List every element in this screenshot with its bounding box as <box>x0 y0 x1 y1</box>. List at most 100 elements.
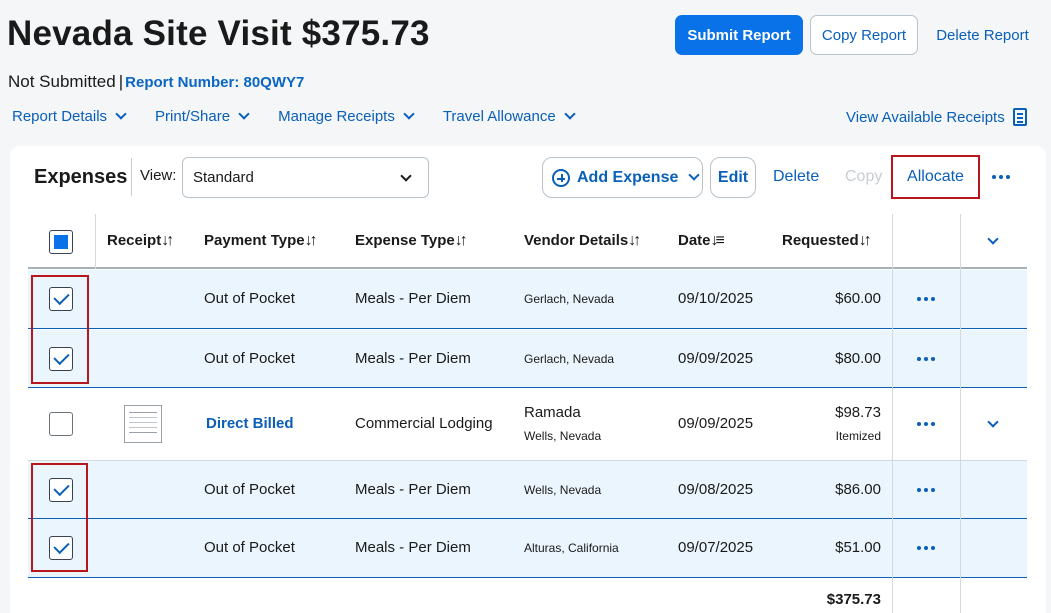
report-title: Nevada Site Visit $375.73 <box>7 14 430 53</box>
expense-date: 09/07/2025 <box>678 539 754 556</box>
vendor-name: Ramada <box>524 404 581 421</box>
menu-travel-allowance[interactable]: Travel Allowance <box>442 108 576 125</box>
add-expense-button[interactable]: Add Expense <box>542 157 703 198</box>
payment-type-link[interactable]: Direct Billed <box>206 415 294 432</box>
col-expense-type-label: Expense Type <box>355 232 455 249</box>
submit-report-button[interactable]: Submit Report <box>675 15 803 55</box>
chevron-down-icon <box>400 170 412 182</box>
vendor-location: Alturas, California <box>524 541 619 555</box>
menu-label: Print/Share <box>155 108 231 125</box>
sort-descending-icon: ↓≡ <box>710 232 725 249</box>
col-vendor-details[interactable]: Vendor Details↓↑ <box>524 232 641 250</box>
col-requested-label: Requested <box>782 232 859 249</box>
col-payment-type[interactable]: Payment Type↓↑ <box>204 232 318 250</box>
status-line: Not Submitted | Report Number: 80QWY7 <box>8 72 304 92</box>
delete-button[interactable]: Delete <box>773 168 819 186</box>
chevron-down-icon <box>688 169 701 181</box>
table-row[interactable]: Direct Billed Commercial Lodging Ramada … <box>28 389 1027 460</box>
divider <box>131 158 132 196</box>
expense-type: Meals - Per Diem <box>355 481 471 498</box>
requested-amount: $98.73 <box>835 404 881 421</box>
expense-type: Commercial Lodging <box>355 415 493 432</box>
row-more-icon[interactable] <box>917 488 935 492</box>
copy-button-disabled: Copy <box>845 168 883 185</box>
menu-report-details[interactable]: Report Details <box>12 108 127 125</box>
highlight-box <box>31 463 88 572</box>
receipt-thumbnail[interactable] <box>124 405 162 443</box>
add-expense-label: Add Expense <box>577 168 679 186</box>
sort-icon: ↓↑ <box>304 232 318 249</box>
view-select-value: Standard <box>193 169 254 186</box>
requested-amount: $86.00 <box>835 481 881 498</box>
vendor-location: Gerlach, Nevada <box>524 292 615 306</box>
chevron-down-icon <box>238 108 250 120</box>
col-expense-type[interactable]: Expense Type↓↑ <box>355 232 468 250</box>
col-receipt-label: Receipt <box>107 232 162 249</box>
expand-all-chevron-icon[interactable] <box>987 233 999 245</box>
itemized-label: Itemized <box>835 429 881 443</box>
row-more-icon[interactable] <box>917 357 935 361</box>
column-separator <box>960 214 961 613</box>
delete-report-button[interactable]: Delete Report <box>925 15 1040 55</box>
report-status: Not Submitted <box>8 72 116 91</box>
vendor-location: Wells, Nevada <box>524 483 602 497</box>
edit-button[interactable]: Edit <box>710 157 756 198</box>
payment-type: Out of Pocket <box>204 290 295 307</box>
payment-type: Out of Pocket <box>204 481 295 498</box>
allocate-button[interactable]: Allocate <box>891 155 980 199</box>
requested-amount: $80.00 <box>835 350 881 367</box>
menu-print-share[interactable]: Print/Share <box>155 108 250 125</box>
expand-row-chevron-icon[interactable] <box>987 416 999 428</box>
table-row[interactable]: Out of Pocket Meals - Per Diem Gerlach, … <box>28 270 1027 329</box>
menu-label: Report Details <box>12 108 108 125</box>
view-available-receipts-link[interactable]: View Available Receipts <box>846 108 1027 126</box>
col-requested[interactable]: Requested↓↑ <box>782 232 872 250</box>
view-receipts-label: View Available Receipts <box>846 108 1005 126</box>
expenses-heading: Expenses <box>34 166 128 188</box>
col-date[interactable]: Date↓≡ <box>678 232 725 250</box>
sort-icon: ↓↑ <box>858 232 872 249</box>
column-separator <box>892 214 893 613</box>
payment-type: Out of Pocket <box>204 350 295 367</box>
select-all-checkbox[interactable] <box>49 230 73 254</box>
col-vendor-label: Vendor Details <box>524 232 629 249</box>
expense-type: Meals - Per Diem <box>355 290 471 307</box>
row-more-icon[interactable] <box>917 546 935 550</box>
receipt-icon <box>1012 108 1027 126</box>
table-header: Receipt↓↑ Payment Type↓↑ Expense Type↓↑ … <box>28 214 1027 269</box>
total-requested: $375.73 <box>826 591 881 608</box>
sort-icon: ↓↑ <box>161 232 174 249</box>
col-date-label: Date <box>678 232 711 249</box>
report-number-link[interactable]: Report Number: 80QWY7 <box>125 74 304 91</box>
highlight-box <box>31 275 89 384</box>
row-more-icon[interactable] <box>917 422 935 426</box>
table-row[interactable]: Out of Pocket Meals - Per Diem Alturas, … <box>28 519 1027 578</box>
status-separator: | <box>118 72 124 91</box>
row-more-icon[interactable] <box>917 297 935 301</box>
column-separator <box>95 214 96 269</box>
expense-type: Meals - Per Diem <box>355 539 471 556</box>
expense-type: Meals - Per Diem <box>355 350 471 367</box>
chevron-down-icon <box>115 108 127 120</box>
menu-label: Travel Allowance <box>442 108 556 125</box>
sort-icon: ↓↑ <box>628 232 641 249</box>
col-receipt[interactable]: Receipt↓↑ <box>107 232 174 250</box>
requested-amount: $51.00 <box>835 539 881 556</box>
menu-manage-receipts[interactable]: Manage Receipts <box>278 108 415 125</box>
plus-circle-icon <box>552 168 570 187</box>
report-menu-bar: Report Details Print/Share Manage Receip… <box>12 108 604 125</box>
sort-icon: ↓↑ <box>454 232 468 249</box>
copy-report-button[interactable]: Copy Report <box>810 15 918 55</box>
expense-date: 09/10/2025 <box>678 290 754 307</box>
row-checkbox[interactable] <box>49 412 73 436</box>
view-select[interactable]: Standard <box>182 157 429 198</box>
table-row[interactable]: Out of Pocket Meals - Per Diem Wells, Ne… <box>28 460 1027 519</box>
table-row[interactable]: Out of Pocket Meals - Per Diem Gerlach, … <box>28 330 1027 388</box>
expense-date: 09/08/2025 <box>678 481 754 498</box>
expense-date: 09/09/2025 <box>678 350 754 367</box>
view-label: View: <box>140 167 177 184</box>
more-options-icon[interactable] <box>992 175 1010 179</box>
requested-amount: $60.00 <box>835 290 881 307</box>
col-payment-type-label: Payment Type <box>204 232 305 249</box>
expense-date: 09/09/2025 <box>678 415 754 432</box>
